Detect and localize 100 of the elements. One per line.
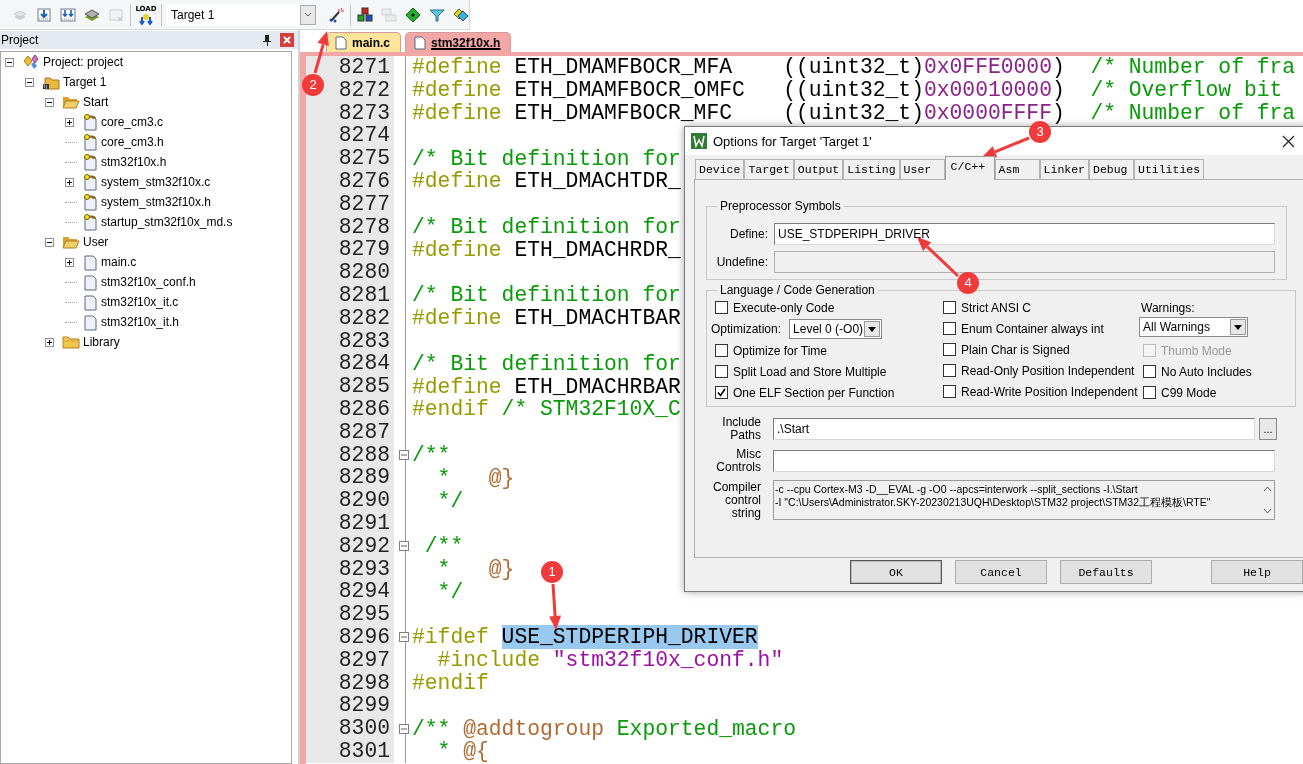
line-number: 8292 [306,534,394,558]
tab[interactable]: Debug [1089,159,1134,179]
browse-button[interactable]: ... [1259,418,1277,440]
target-select[interactable]: Target 1 [166,3,316,26]
tab[interactable]: C/C++ [944,156,995,180]
tree-item[interactable]: Library [83,335,120,349]
checkbox[interactable] [715,344,728,357]
tree-item[interactable]: Start [83,95,109,109]
line-number: 8287 [306,420,394,444]
scroll-up-icon[interactable] [1262,486,1272,492]
code-line: #define ETH_DMACHRDR_ [412,239,681,260]
tree-item[interactable]: system_stm32f10x.c [101,175,211,189]
code-line: #define ETH_DMACHTDR_ [412,171,681,192]
input-field[interactable] [773,450,1275,472]
app-icon [691,133,707,149]
tab[interactable]: User [899,159,945,179]
checkbox[interactable] [715,301,728,314]
caret-icon [1230,318,1246,335]
step-badge: 3 [1029,121,1051,143]
fold-toggle[interactable] [399,541,409,552]
close-button[interactable] [280,33,294,47]
text-line: -I "C:\Users\Administrator.SKY-20230213UQH\Desktop\STM32 project\STM32工程模板\RTE" [775,496,1212,509]
tab[interactable]: Linker [1039,159,1089,179]
tree-item[interactable]: stm32f10x_conf.h [101,275,196,289]
dialog-button[interactable]: Help [1211,560,1303,584]
checkbox[interactable] [943,301,956,314]
tree-toggle[interactable] [65,117,74,127]
line-number: 8279 [306,238,394,262]
checkbox[interactable] [715,365,728,378]
tree-item[interactable]: stm32f10x.h [101,155,167,169]
tree-toggle[interactable] [45,337,54,347]
annotation-arrow [982,136,1030,158]
line-number: 8301 [306,739,394,763]
dialog-button[interactable]: Cancel [955,560,1047,584]
tree-item[interactable]: core_cm3.c [101,115,164,129]
blocks-icon [357,6,373,23]
tree-item[interactable]: stm32f10x_it.h [101,315,180,329]
tree-item[interactable]: core_cm3.h [101,135,164,149]
line-number: 8296 [306,625,394,649]
input-field[interactable]: USE_STDPERIPH_DRIVER [774,223,1275,245]
checkbox[interactable] [1143,386,1156,399]
option-label: Strict ANSI C [961,300,1031,315]
tab[interactable]: Utilities [1134,159,1205,179]
tab[interactable]: Output [793,159,844,179]
dialog-button[interactable]: Defaults [1060,560,1152,584]
caret-icon [864,321,881,337]
tab[interactable]: Listing [843,159,900,179]
line-number: 8283 [306,329,394,353]
tree-toggle[interactable] [5,57,14,67]
code-line: /* Bit definition for [412,353,681,374]
tab[interactable]: Device [695,159,745,179]
checkbox[interactable] [1143,365,1156,378]
tree-item[interactable]: User [83,235,109,249]
tab[interactable]: Asm [994,159,1040,179]
file-tab[interactable]: stm32f10x.h [405,32,512,52]
checkbox[interactable] [943,385,956,398]
checkbox[interactable] [943,364,956,377]
fold-toggle[interactable] [399,723,409,734]
option-label: Thumb Mode [1161,343,1232,358]
tree-toggle[interactable] [45,237,54,247]
fold-toggle[interactable] [399,632,409,643]
fold-toggle[interactable] [399,449,409,460]
tree-item[interactable]: main.c [101,255,137,269]
line-number: 8280 [306,261,394,284]
tree-toggle[interactable] [65,257,74,267]
tree-toggle[interactable] [65,177,74,187]
line-number: 8298 [306,671,394,695]
tree-item[interactable]: startup_stm32f10x_md.s [101,215,233,229]
code-line: #endif /* STM32F10X_C [412,399,681,420]
dropdown[interactable]: Level 0 (-O0) [789,319,883,339]
line-number: 8275 [306,147,394,170]
line-number: 8282 [306,306,394,330]
dialog-button[interactable]: OK [850,560,942,584]
checkbox[interactable] [943,343,956,356]
code-line: #include "stm32f10x_conf.h" [436,650,784,671]
line-number: 8288 [306,443,394,467]
line-number: 8271 [306,56,394,79]
tab[interactable]: Target [744,159,794,179]
scroll-down-icon[interactable] [1262,508,1272,514]
tree-toggle[interactable] [25,77,34,87]
checkbox[interactable] [943,322,956,335]
annotation-arrow [313,31,329,74]
checkbox[interactable] [715,386,728,399]
pin-icon[interactable] [262,34,272,46]
window-title: Options for Target 'Target 1' [713,133,872,149]
code-line: #ifdef USE_STDPERIPH_DRIVER [412,627,758,648]
field-label: Compiler control string [712,480,761,520]
group-title: Language / Code Generation [719,283,876,297]
option-label: Execute-only Code [733,300,835,315]
tree-item[interactable]: system_stm32f10x.h [101,195,212,209]
input-field[interactable]: .\Start [773,418,1255,440]
file-tab[interactable]: main.c [326,32,401,52]
close-icon[interactable] [1282,134,1295,148]
tree-item[interactable]: Project: project [43,55,124,69]
tree-toggle[interactable] [45,97,54,107]
line-number: 8294 [306,580,394,604]
tree-item[interactable]: stm32f10x_it.c [101,295,179,309]
diamond-pair-icon [22,54,40,70]
dropdown[interactable]: All Warnings [1139,316,1248,337]
tree-item[interactable]: Target 1 [63,75,107,89]
